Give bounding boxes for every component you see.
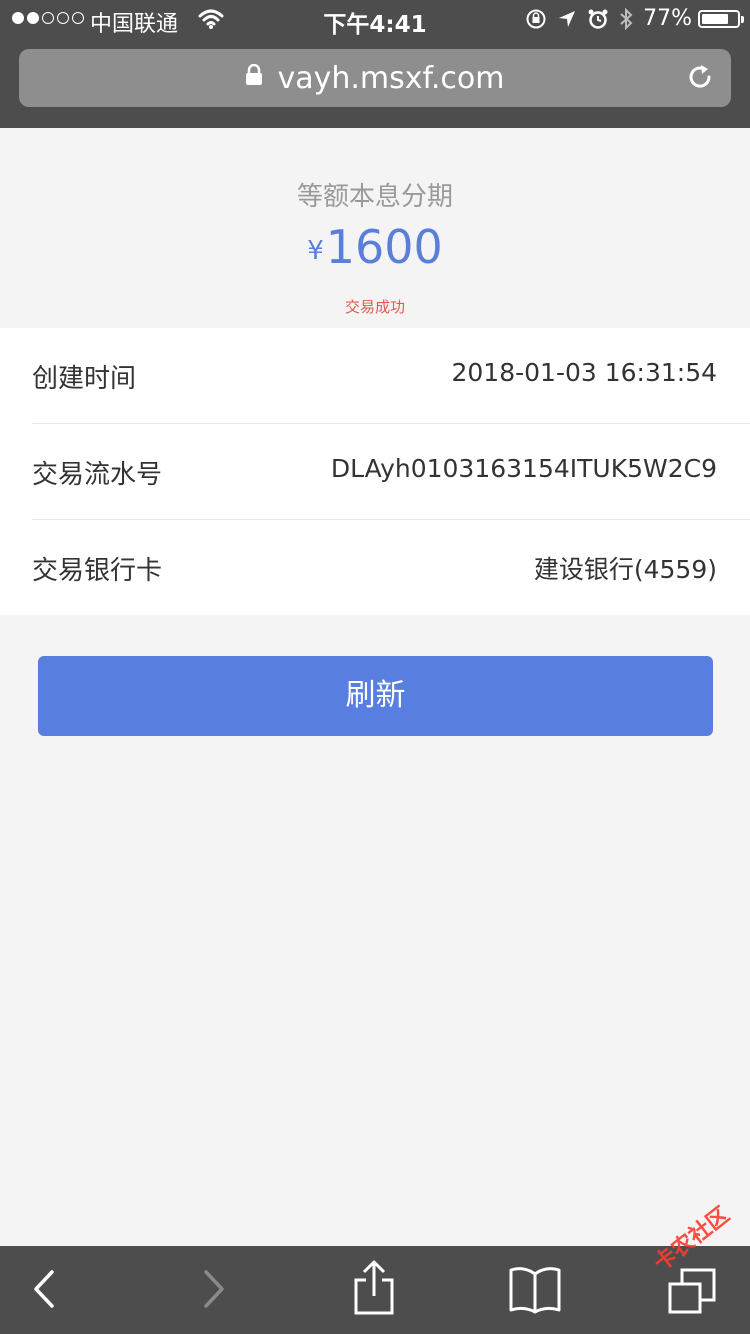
battery-level <box>702 13 728 24</box>
tabs-icon[interactable] <box>666 1266 720 1320</box>
location-arrow-icon <box>557 9 577 29</box>
reload-icon[interactable] <box>685 62 715 96</box>
detail-value: DLAyh0103163154ITUK5W2C9 <box>330 454 717 483</box>
bookmarks-icon[interactable] <box>508 1266 562 1318</box>
detail-value: 建设银行(4559) <box>533 555 717 584</box>
status-indicators: 77% <box>525 6 744 31</box>
browser-chrome: 中国联通 下午4:41 77% vayh.msxf.com <box>0 0 750 128</box>
currency-symbol: ¥ <box>307 236 324 266</box>
status-text: 交易成功 <box>344 298 405 316</box>
back-icon[interactable] <box>30 1264 60 1318</box>
browser-toolbar <box>0 1246 750 1334</box>
detail-list: 创建时间 2018-01-03 16:31:54 交易流水号 DLAyh0103… <box>0 328 750 615</box>
detail-value: 2018-01-03 16:31:54 <box>451 358 717 387</box>
transaction-amount: ¥1600 <box>0 220 750 274</box>
battery-percentage: 77% <box>643 6 692 31</box>
share-icon[interactable] <box>352 1260 396 1320</box>
orientation-lock-icon <box>525 8 547 30</box>
detail-row-created-time: 创建时间 2018-01-03 16:31:54 <box>32 328 750 423</box>
amount-value: 1600 <box>325 220 443 274</box>
status-bar: 中国联通 下午4:41 77% <box>0 0 750 40</box>
address-bar[interactable]: vayh.msxf.com <box>19 49 731 107</box>
detail-row-serial-number: 交易流水号 DLAyh0103163154ITUK5W2C9 <box>32 424 750 519</box>
detail-label: 创建时间 <box>32 364 137 394</box>
alarm-clock-icon <box>587 8 609 30</box>
detail-label: 交易流水号 <box>32 460 163 490</box>
battery-icon <box>698 9 744 28</box>
lock-icon <box>245 59 263 94</box>
detail-label: 交易银行卡 <box>32 556 163 586</box>
bluetooth-icon <box>619 7 633 31</box>
url-text: vayh.msxf.com <box>277 61 505 96</box>
transaction-summary: 等额本息分期 ¥1600 交易成功 <box>0 128 750 328</box>
detail-row-bank-card: 交易银行卡 建设银行(4559) <box>32 520 750 615</box>
refresh-button[interactable]: 刷新 <box>38 656 713 736</box>
forward-icon[interactable] <box>198 1264 228 1318</box>
product-title: 等额本息分期 <box>296 182 453 212</box>
